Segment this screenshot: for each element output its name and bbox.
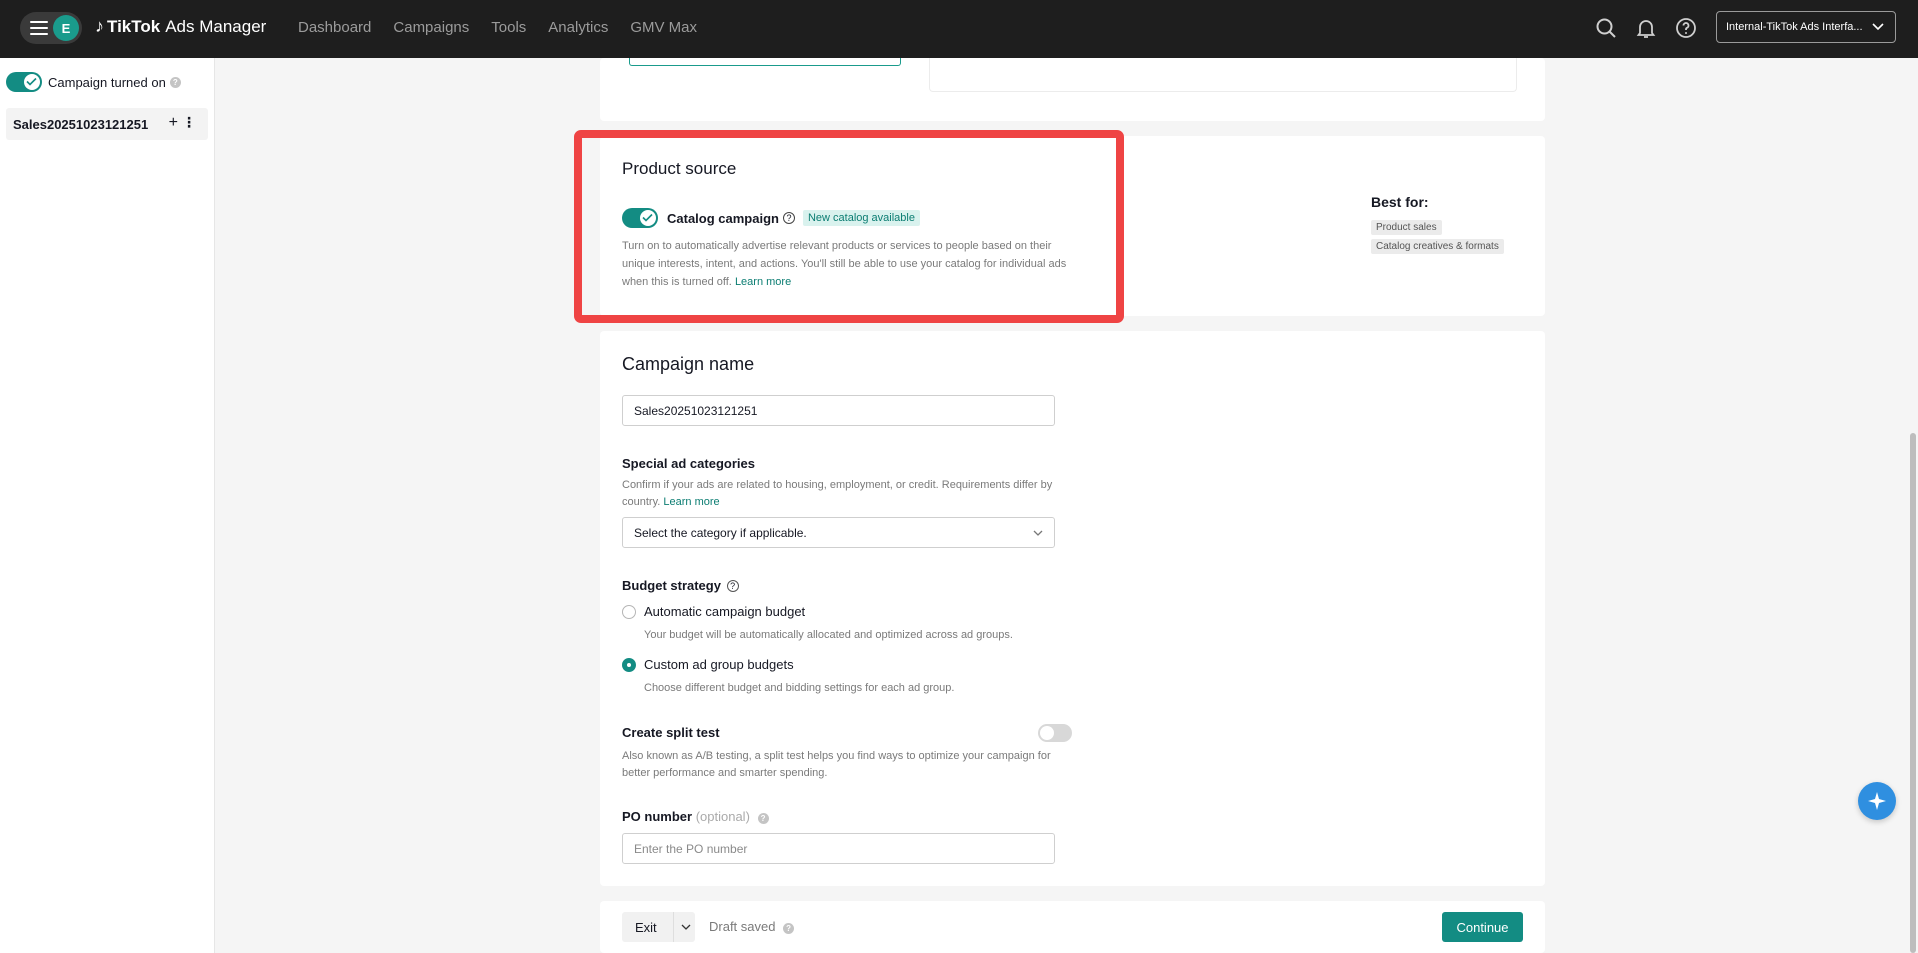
bottom-action-bar: Exit Draft saved ? Continue [600, 901, 1545, 953]
scrollbar-thumb[interactable] [1910, 433, 1916, 953]
campaign-name-input[interactable]: Sales20251023121251 [622, 395, 1055, 426]
question-icon[interactable]: ? [783, 923, 795, 934]
campaign-status: Campaign turned on ? [6, 72, 181, 92]
campaign-status-label: Campaign turned on [48, 74, 166, 90]
catalog-campaign-label: Catalog campaign [667, 210, 779, 226]
nav-campaigns[interactable]: Campaigns [393, 19, 469, 36]
search-icon[interactable] [1594, 16, 1618, 40]
ai-assistant-button[interactable] [1858, 782, 1896, 820]
brand-logo[interactable]: ♪ TikTok Ads Manager [95, 16, 266, 37]
question-icon[interactable]: ? [169, 76, 181, 88]
radio-custom-budget[interactable]: Custom ad group budgets [622, 657, 794, 672]
po-number-label: PO number (optional) ? [622, 809, 769, 824]
top-bar: E ♪ TikTok Ads Manager Dashboard Campaig… [0, 0, 1918, 58]
continue-button[interactable]: Continue [1442, 912, 1523, 942]
split-test-desc: Also known as A/B testing, a split test … [622, 750, 1051, 779]
budget-strategy-text: Budget strategy [622, 578, 721, 593]
split-test-toggle[interactable] [1038, 724, 1072, 742]
nav-dashboard[interactable]: Dashboard [298, 19, 371, 36]
add-icon[interactable]: + [169, 114, 178, 132]
chevron-down-icon[interactable] [680, 922, 692, 932]
avatar[interactable]: E [53, 15, 79, 41]
previous-section-button[interactable] [629, 58, 901, 66]
sidebar-campaign-item[interactable]: Sales20251023121251 + ⋮ [6, 108, 208, 140]
best-for-title: Best for: [1371, 194, 1429, 210]
radio-label: Custom ad group budgets [644, 657, 794, 672]
best-for-chip: Catalog creatives & formats [1371, 239, 1504, 254]
catalog-description-text: Turn on to automatically advertise relev… [622, 240, 1067, 288]
more-icon[interactable]: ⋮ [182, 114, 196, 131]
chevron-down-icon [1033, 530, 1043, 536]
radio-button[interactable] [622, 604, 636, 619]
sidebar-campaign-name: Sales20251023121251 [13, 116, 149, 132]
bell-icon[interactable] [1634, 16, 1658, 40]
best-for-chip: Product sales [1371, 220, 1442, 235]
hamburger-icon [30, 21, 48, 35]
account-name: Internal-TikTok Ads Interfa... [1726, 21, 1863, 33]
campaign-name-title: Campaign name [622, 354, 755, 374]
catalog-campaign-row: Catalog campaign ? New catalog available [622, 208, 920, 228]
best-for-panel: Best for: Product sales Catalog creative… [1371, 194, 1504, 258]
campaign-status-toggle[interactable] [6, 72, 42, 92]
question-icon[interactable]: ? [726, 580, 739, 592]
campaign-details-card: Campaign name Sales20251023121251 Specia… [600, 331, 1545, 886]
sparkle-icon [1868, 792, 1886, 810]
select-placeholder: Select the category if applicable. [634, 525, 807, 540]
check-icon [26, 77, 37, 86]
menu-button[interactable]: E [20, 12, 82, 44]
catalog-campaign-toggle[interactable] [622, 208, 658, 228]
tiktok-logo-icon: ♪ [95, 16, 104, 36]
radio-description: Choose different budget and bidding sett… [644, 682, 955, 694]
chevron-down-icon [1872, 23, 1884, 31]
special-ad-categories-desc: Confirm if your ads are related to housi… [622, 477, 1062, 511]
nav-gmv-max[interactable]: GMV Max [630, 19, 697, 36]
budget-strategy-label: Budget strategy ? [622, 578, 739, 593]
draft-label: Draft saved [709, 919, 776, 934]
nav-tools[interactable]: Tools [491, 19, 526, 36]
check-icon [642, 213, 653, 222]
special-ad-categories-select[interactable]: Select the category if applicable. [622, 517, 1055, 548]
draft-status: Draft saved ? [709, 919, 795, 934]
po-number-input[interactable]: Enter the PO number [622, 833, 1055, 864]
po-number-text: PO number [622, 809, 693, 824]
product-source-card: Product source Catalog campaign ? New ca… [600, 136, 1545, 316]
radio-automatic-budget[interactable]: Automatic campaign budget [622, 604, 805, 619]
help-icon[interactable] [1674, 16, 1698, 40]
special-ad-categories-label: Special ad categories [622, 456, 755, 471]
exit-label: Exit [635, 919, 657, 935]
left-panel: Campaign turned on ? Sales20251023121251… [0, 58, 215, 953]
brand-suffix: Ads Manager [165, 16, 267, 36]
new-catalog-badge: New catalog available [802, 210, 920, 226]
previous-section-panel [929, 58, 1517, 92]
question-icon[interactable]: ? [782, 212, 795, 224]
page-scrollbar[interactable] [1908, 58, 1918, 953]
split-test-label: Create split test [622, 725, 720, 740]
exit-button[interactable]: Exit [622, 912, 695, 942]
main-nav: Dashboard Campaigns Tools Analytics GMV … [298, 19, 719, 36]
radio-description: Your budget will be automatically alloca… [644, 629, 1013, 641]
account-selector[interactable]: Internal-TikTok Ads Interfa... [1716, 11, 1896, 43]
product-source-title: Product source [622, 159, 737, 178]
learn-more-link[interactable]: Learn more [663, 496, 719, 508]
nav-analytics[interactable]: Analytics [548, 19, 608, 36]
question-icon[interactable]: ? [757, 813, 769, 824]
learn-more-link[interactable]: Learn more [735, 276, 791, 288]
radio-label: Automatic campaign budget [644, 604, 806, 619]
top-icons [1594, 16, 1698, 40]
previous-section-card [600, 58, 1545, 121]
radio-button[interactable] [622, 657, 636, 672]
brand-name: TikTok [107, 16, 161, 36]
catalog-description: Turn on to automatically advertise relev… [622, 237, 1072, 291]
po-optional: (optional) [695, 809, 750, 824]
